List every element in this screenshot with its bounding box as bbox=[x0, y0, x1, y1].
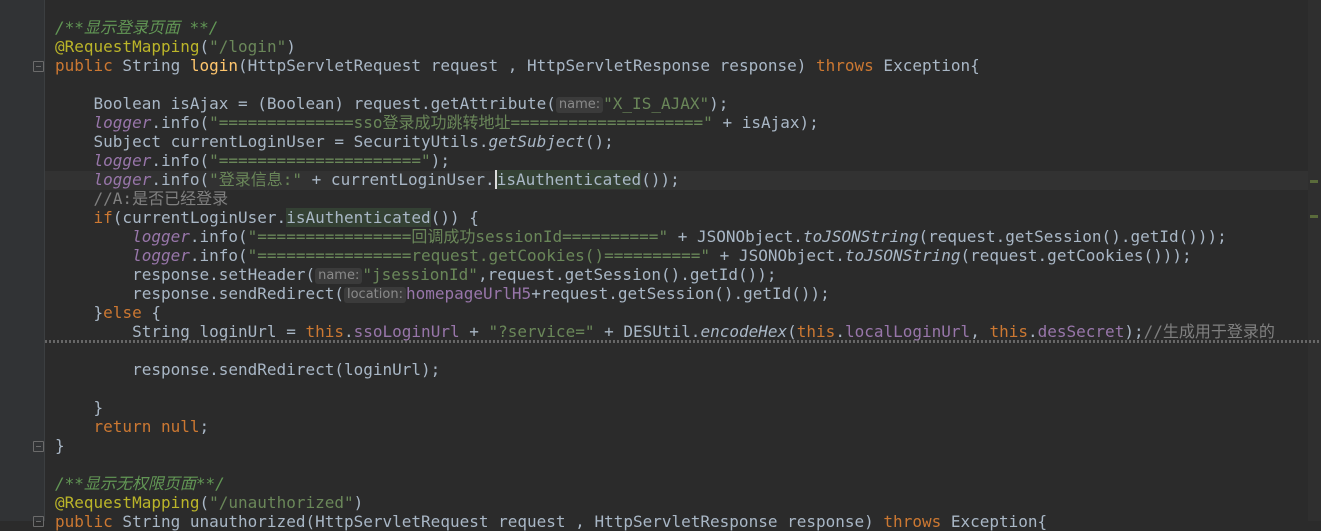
code-line: Boolean isAjax = (Boolean) request.getAt… bbox=[55, 94, 729, 113]
code-line: response.sendRedirect(loginUrl); bbox=[55, 360, 441, 379]
error-stripe-mark[interactable] bbox=[1310, 215, 1318, 218]
code-line: response.sendRedirect(location: homepageU… bbox=[55, 284, 830, 303]
text-cursor: isAuthenticated bbox=[494, 170, 642, 189]
code-line: logger.info("================request.get… bbox=[132, 246, 1192, 265]
param-hint: location: bbox=[343, 287, 406, 303]
code-line: return null; bbox=[55, 417, 210, 436]
code-line: @RequestMapping("/login") bbox=[55, 37, 296, 56]
code-line: /**显示无权限页面**/ bbox=[55, 474, 225, 493]
code-line: /**显示登录页面 **/ bbox=[55, 18, 219, 37]
code-line: public String login(HttpServletRequest r… bbox=[55, 56, 980, 75]
code-line: String loginUrl = this.ssoLoginUrl + "?s… bbox=[55, 322, 1275, 341]
fold-method-icon[interactable] bbox=[33, 516, 44, 527]
fold-end-icon[interactable] bbox=[33, 441, 44, 452]
code-line: } bbox=[55, 436, 65, 455]
code-line: } bbox=[55, 398, 104, 417]
code-line: //A:是否已经登录 bbox=[55, 189, 229, 208]
code-line: logger.info("====================="); bbox=[93, 151, 450, 170]
error-stripe-mark[interactable] bbox=[1310, 180, 1318, 183]
code-line: logger.info("登录信息:" + currentLoginUser. i… bbox=[93, 170, 680, 189]
gutter-divider bbox=[44, 0, 45, 521]
param-hint: name: bbox=[315, 268, 363, 284]
code-line: if(currentLoginUser.isAuthenticated()) { bbox=[55, 208, 479, 227]
code-line: logger.info("================回调成功session… bbox=[132, 227, 1227, 246]
param-hint: name: bbox=[555, 97, 604, 113]
code-line: public String unauthorized(HttpServletRe… bbox=[55, 512, 1048, 531]
code-line: logger.info("==============sso登录成功跳转地址==… bbox=[93, 113, 819, 132]
code-line: @RequestMapping("/unauthorized") bbox=[55, 493, 364, 512]
code-line: }else { bbox=[55, 303, 161, 322]
code-line: response.setHeader(name: "jsessionId",req… bbox=[55, 265, 777, 284]
error-stripe[interactable] bbox=[1308, 0, 1321, 521]
fold-method-icon[interactable] bbox=[33, 61, 44, 72]
code-line: Subject currentLoginUser = SecurityUtils… bbox=[55, 132, 614, 151]
